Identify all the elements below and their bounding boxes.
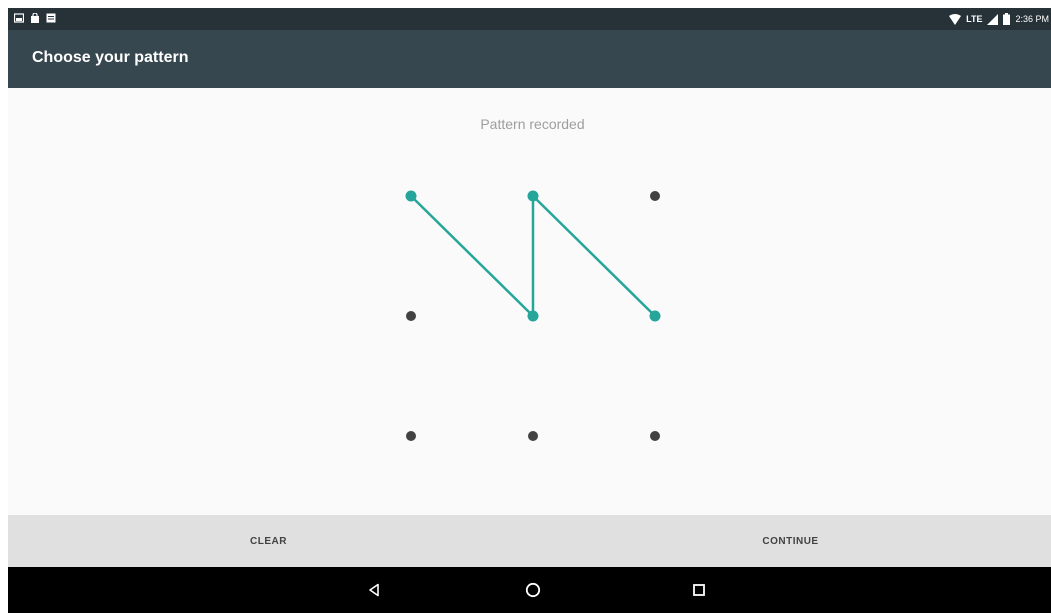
pattern-content: Pattern recorded [8,88,1051,515]
button-bar: CLEAR CONTINUE [8,515,1051,567]
pattern-grid[interactable] [8,88,1051,515]
app-bar: Choose your pattern [8,30,1051,88]
pattern-path [409,194,657,318]
home-icon [525,582,541,598]
pattern-dot-4[interactable] [406,311,416,321]
message-icon [46,13,56,23]
back-icon [369,583,379,597]
pattern-dot-2[interactable] [527,190,539,202]
status-icons: LTE 2:36 PM [949,11,1049,27]
lte-label: LTE [966,14,983,24]
pattern-segment [409,194,535,318]
clear-button[interactable]: CLEAR [8,515,529,567]
pattern-dot-9[interactable] [650,431,660,441]
recents-icon [693,584,705,596]
pattern-dot-6[interactable] [649,310,661,322]
home-button[interactable] [521,578,545,602]
navigation-bar [8,567,1051,613]
screen: LTE 2:36 PM Choose your pattern Pattern … [8,8,1051,613]
back-button[interactable] [362,578,386,602]
pattern-dot-7[interactable] [406,431,416,441]
pattern-dot-5[interactable] [527,310,539,322]
wifi-icon [949,13,962,25]
status-time: 2:36 PM [1015,14,1049,24]
page-title: Choose your pattern [32,49,189,66]
status-bar: LTE 2:36 PM [8,8,1051,30]
pattern-dot-8[interactable] [528,431,538,441]
pattern-dot-3[interactable] [650,191,660,201]
shopping-bag-icon [31,13,39,23]
recents-button[interactable] [687,578,711,602]
battery-icon [1003,13,1011,25]
pattern-dot-1[interactable] [405,190,417,202]
screenshot-notification-icon [14,13,24,23]
pattern-segment [531,194,657,318]
continue-button[interactable]: CONTINUE [530,515,1051,567]
signal-icon [987,13,999,25]
